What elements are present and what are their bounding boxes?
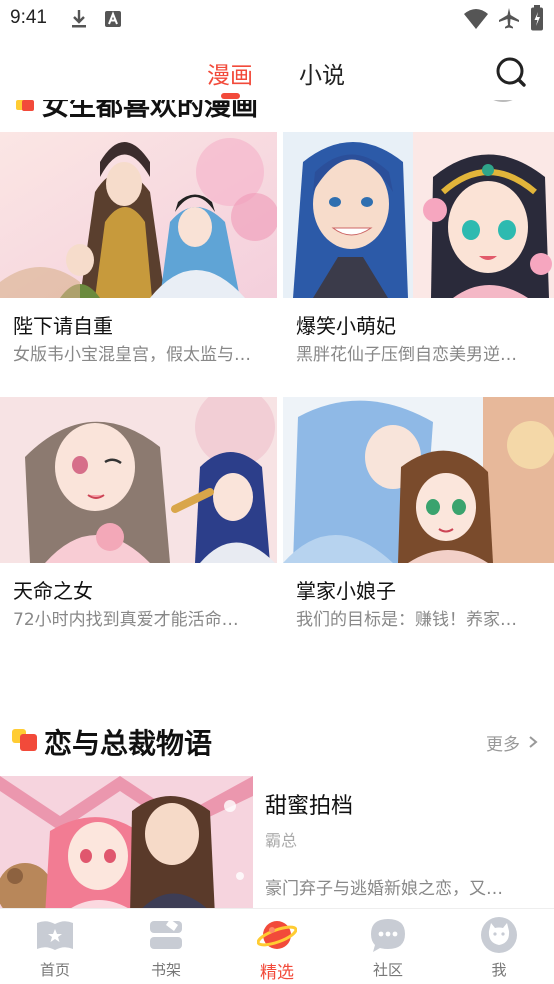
section-badge-icon (16, 100, 34, 111)
comic-description: 72小时内找到真爱才能活命… (13, 610, 239, 630)
comic-title: 爆笑小萌妃 (296, 314, 396, 338)
tab-comics[interactable]: 漫画 (207, 56, 253, 90)
nav-label: 社区 (372, 961, 403, 979)
more-link-previous[interactable] (486, 100, 520, 106)
nav-featured[interactable]: 精选 (222, 909, 332, 984)
featured-title[interactable]: 甜蜜拍档 (265, 788, 353, 820)
nav-bookshelf[interactable]: 书架 (111, 909, 221, 984)
status-bar: 9:41 (0, 0, 554, 38)
section-title: 恋与总裁物语 (44, 727, 213, 760)
font-a-icon (105, 11, 121, 27)
featured-description: 豪门弃子与逃婚新娘之恋，又… (265, 879, 503, 899)
planet-icon (257, 921, 297, 949)
battery-icon (531, 5, 543, 31)
nav-home[interactable]: 首页 (0, 909, 110, 984)
download-icon (72, 10, 86, 28)
comic-description: 女版韦小宝混皇宫，假太监与… (13, 345, 251, 365)
comic-title: 陛下请自重 (13, 314, 113, 338)
section-badge-icon (12, 729, 37, 751)
tab-novels[interactable]: 小说 (299, 56, 345, 90)
comic-cover (0, 132, 277, 298)
comic-cover (283, 132, 554, 298)
more-link[interactable]: 更多 (486, 730, 520, 755)
nav-community[interactable]: 社区 (333, 909, 443, 984)
status-time: 9:41 (10, 7, 47, 28)
section-title-previous: 女生都喜欢的漫画 (42, 100, 258, 122)
featured-cover[interactable] (0, 776, 253, 908)
comic-title: 天命之女 (13, 579, 93, 603)
active-tab-indicator (221, 93, 240, 99)
nav-label: 精选 (260, 963, 294, 983)
comic-cover (283, 397, 554, 563)
comic-cover (0, 397, 277, 563)
wifi-icon (464, 9, 488, 29)
search-icon[interactable] (495, 56, 527, 88)
nav-label: 书架 (150, 961, 181, 979)
comic-description: 黑胖花仙子压倒自恋美男逆… (296, 345, 517, 365)
featured-tag: 霸总 (265, 831, 298, 850)
bottom-nav: 首页 书架 精选 社区 我 (0, 908, 554, 984)
bookshelf-icon (150, 919, 182, 949)
airplane-icon (499, 8, 519, 29)
top-nav: 漫画 小说 (0, 38, 554, 100)
chevron-right-icon[interactable] (527, 734, 539, 750)
profile-cat-icon (481, 917, 517, 953)
comic-description: 我们的目标是：赚钱！养家… (296, 610, 517, 630)
nav-label: 我 (491, 961, 507, 979)
chat-bubble-icon (371, 919, 405, 952)
nav-label: 首页 (39, 961, 70, 979)
comic-title: 掌家小娘子 (296, 579, 396, 603)
featured-content[interactable]: 女生都喜欢的漫画 陛下请自重 女版韦小宝混皇宫，假太监与… 爆笑小萌妃 黑胖花仙… (0, 100, 554, 908)
home-book-icon (37, 921, 73, 950)
nav-profile[interactable]: 我 (444, 909, 554, 984)
